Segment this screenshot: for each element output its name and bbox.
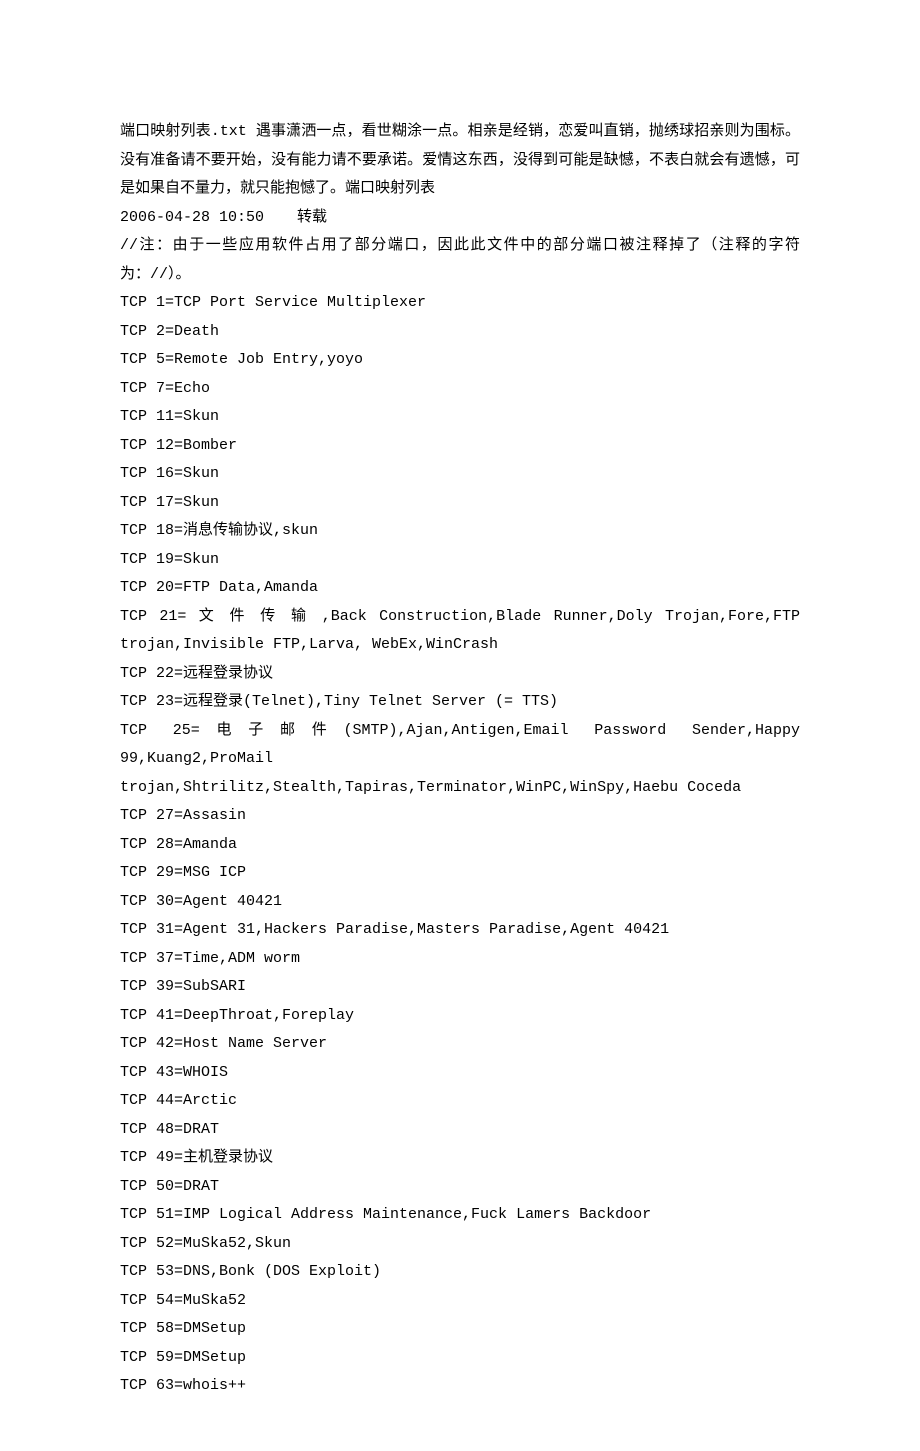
port-entry: TCP 51=IMP Logical Address Maintenance,F… — [120, 1201, 800, 1230]
port-entry: TCP 1=TCP Port Service Multiplexer — [120, 289, 800, 318]
port-entry: TCP 7=Echo — [120, 375, 800, 404]
port-entry: TCP 30=Agent 40421 — [120, 888, 800, 917]
port-entry: TCP 44=Arctic — [120, 1087, 800, 1116]
port-entry: TCP 54=MuSka52 — [120, 1287, 800, 1316]
port-entry: TCP 16=Skun — [120, 460, 800, 489]
port-entry: TCP 21= 文 件 传 输 ,Back Construction,Blade… — [120, 603, 800, 660]
port-entry: TCP 28=Amanda — [120, 831, 800, 860]
port-entry: TCP 17=Skun — [120, 489, 800, 518]
port-entry: TCP 20=FTP Data,Amanda — [120, 574, 800, 603]
port-entry: TCP 59=DMSetup — [120, 1344, 800, 1373]
port-entry: TCP 31=Agent 31,Hackers Paradise,Masters… — [120, 916, 800, 945]
port-entry: TCP 2=Death — [120, 318, 800, 347]
timestamp-date: 2006-04-28 10:50 — [120, 204, 264, 233]
note-text: //注：由于一些应用软件占用了部分端口，因此此文件中的部分端口被注释掉了（注释的… — [120, 232, 800, 289]
port-entry: TCP 37=Time,ADM worm — [120, 945, 800, 974]
port-entry: TCP 39=SubSARI — [120, 973, 800, 1002]
port-entry: TCP 43=WHOIS — [120, 1059, 800, 1088]
port-list: TCP 1=TCP Port Service MultiplexerTCP 2=… — [120, 289, 800, 1401]
port-entry: TCP 48=DRAT — [120, 1116, 800, 1145]
port-entry: TCP 19=Skun — [120, 546, 800, 575]
port-entry: TCP 12=Bomber — [120, 432, 800, 461]
port-entry: TCP 11=Skun — [120, 403, 800, 432]
document-page: 端口映射列表.txt 遇事潇洒一点，看世糊涂一点。相亲是经销，恋爱叫直销，抛绣球… — [0, 0, 920, 1451]
port-entry: TCP 27=Assasin — [120, 802, 800, 831]
port-entry: TCP 22=远程登录协议 — [120, 660, 800, 689]
port-entry: TCP 23=远程登录(Telnet),Tiny Telnet Server (… — [120, 688, 800, 717]
port-entry: TCP 18=消息传输协议,skun — [120, 517, 800, 546]
port-entry: TCP 50=DRAT — [120, 1173, 800, 1202]
port-entry: TCP 58=DMSetup — [120, 1315, 800, 1344]
port-entry: TCP 53=DNS,Bonk (DOS Exploit) — [120, 1258, 800, 1287]
timestamp-source: 转载 — [297, 204, 327, 233]
port-entry: TCP 5=Remote Job Entry,yoyo — [120, 346, 800, 375]
port-entry: TCP 52=MuSka52,Skun — [120, 1230, 800, 1259]
intro-text: 端口映射列表.txt 遇事潇洒一点，看世糊涂一点。相亲是经销，恋爱叫直销，抛绣球… — [120, 118, 800, 204]
port-entry: TCP 29=MSG ICP — [120, 859, 800, 888]
port-entry: TCP 49=主机登录协议 — [120, 1144, 800, 1173]
port-entry: TCP 42=Host Name Server — [120, 1030, 800, 1059]
timestamp-line: 2006-04-28 10:50 转载 — [120, 204, 800, 233]
port-entry: TCP 25=电子邮件(SMTP),Ajan,Antigen,Email Pas… — [120, 717, 800, 803]
port-entry: TCP 41=DeepThroat,Foreplay — [120, 1002, 800, 1031]
port-entry: TCP 63=whois++ — [120, 1372, 800, 1401]
